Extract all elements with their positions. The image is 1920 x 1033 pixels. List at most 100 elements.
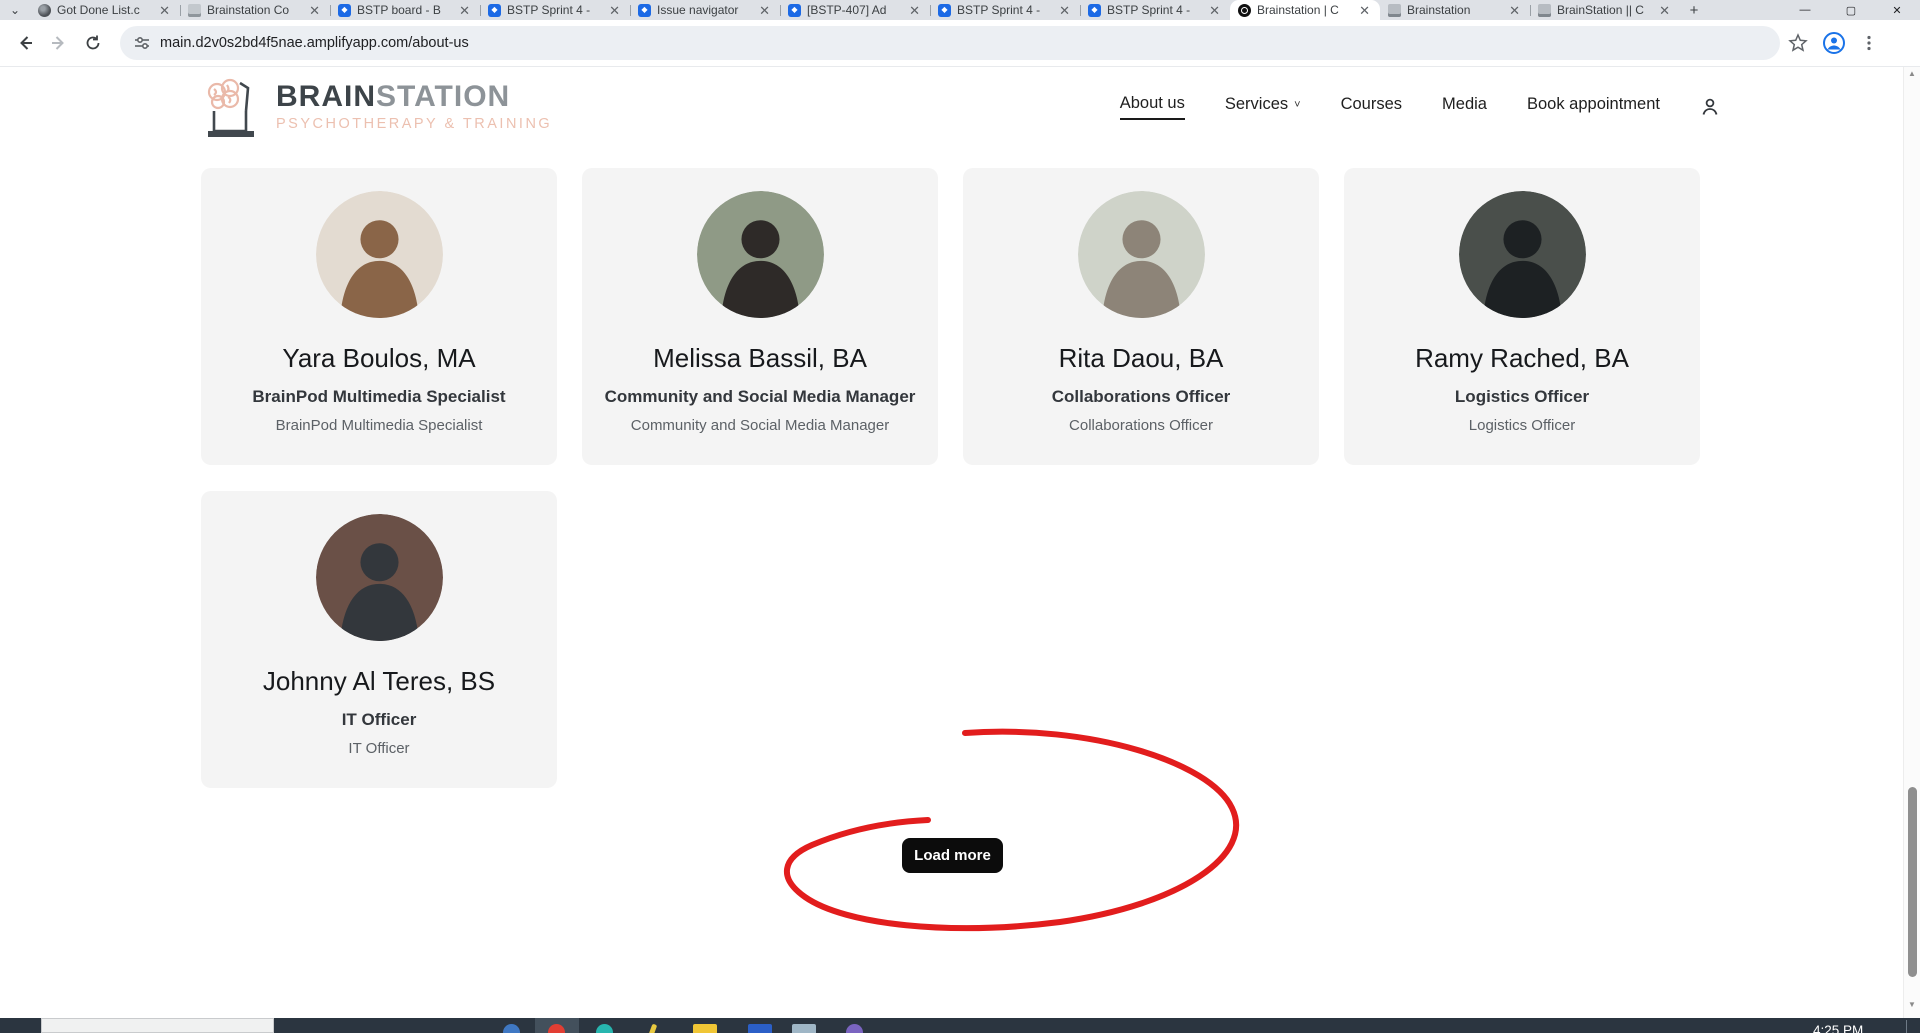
browser-tab[interactable]: BSTP Sprint 4 - ✕ <box>480 0 630 20</box>
scrollbar-up-arrow-icon[interactable]: ▲ <box>1904 69 1920 79</box>
brainstation-logo-icon <box>200 75 262 139</box>
member-photo <box>1078 191 1205 318</box>
member-title: Collaborations Officer <box>1052 387 1231 407</box>
taskbar-show-desktop-divider[interactable] <box>1906 1020 1907 1033</box>
member-title: Community and Social Media Manager <box>605 387 916 407</box>
browser-toolbar: main.d2v0s2bd4f5nae.amplifyapp.com/about… <box>0 20 1920 67</box>
taskbar-app-icon[interactable] <box>792 1024 816 1033</box>
tab-close-icon[interactable]: ✕ <box>457 4 472 17</box>
tab-close-icon[interactable]: ✕ <box>1057 4 1072 17</box>
browser-tab[interactable]: BrainStation || C ✕ <box>1530 0 1680 20</box>
nav-item-label: Media <box>1442 95 1487 114</box>
jira-favicon-icon <box>788 4 801 17</box>
team-member-card: Yara Boulos, MABrainPod Multimedia Speci… <box>201 168 557 465</box>
member-name: Johnny Al Teres, BS <box>263 666 495 697</box>
address-bar[interactable]: main.d2v0s2bd4f5nae.amplifyapp.com/about… <box>120 26 1780 60</box>
browser-tab[interactable]: Brainstation Co✕ <box>180 0 330 20</box>
brand-logo[interactable]: BRAINSTATION PSYCHOTHERAPY & TRAINING <box>200 75 552 139</box>
tab-title: BSTP Sprint 4 - <box>507 3 601 17</box>
profile-avatar-icon[interactable] <box>1822 31 1846 55</box>
nav-item-label: Services <box>1225 95 1288 114</box>
browser-menu-kebab-icon[interactable] <box>1860 34 1878 52</box>
browser-tab[interactable]: Issue navigator ✕ <box>630 0 780 20</box>
taskbar-search-box[interactable] <box>41 1018 274 1033</box>
tab-close-icon[interactable]: ✕ <box>307 4 322 17</box>
window-close-button[interactable]: ✕ <box>1874 0 1920 20</box>
member-title: BrainPod Multimedia Specialist <box>252 387 505 407</box>
browser-tab[interactable]: [BSTP-407] Ad✕ <box>780 0 930 20</box>
window-controls: — ▢ ✕ <box>1782 0 1920 20</box>
member-photo <box>316 514 443 641</box>
tab-title: Got Done List.c <box>57 3 151 17</box>
member-photo <box>697 191 824 318</box>
brand-text: BRAINSTATION PSYCHOTHERAPY & TRAINING <box>276 82 552 132</box>
browser-tab[interactable]: BSTP board - B✕ <box>330 0 480 20</box>
brand-name-bold: BRAIN <box>276 80 376 113</box>
browser-tab[interactable]: Brainstation | C✕ <box>1230 0 1380 20</box>
member-subtitle: BrainPod Multimedia Specialist <box>276 417 483 434</box>
account-person-icon[interactable] <box>1700 97 1720 117</box>
member-subtitle: Collaborations Officer <box>1069 417 1213 434</box>
tab-close-icon[interactable]: ✕ <box>1357 4 1372 17</box>
site-header: BRAINSTATION PSYCHOTHERAPY & TRAINING Ab… <box>0 67 1920 147</box>
load-more-button[interactable]: Load more <box>902 838 1003 873</box>
scrollbar-thumb[interactable] <box>1908 787 1917 977</box>
member-photo <box>1459 191 1586 318</box>
back-button[interactable] <box>8 26 42 60</box>
team-member-card: Rita Daou, BA Collaborations Officer Colla… <box>963 168 1319 465</box>
browser-tab[interactable]: BSTP Sprint 4 -✕ <box>930 0 1080 20</box>
url-text[interactable]: main.d2v0s2bd4f5nae.amplifyapp.com/about… <box>160 35 469 51</box>
window-maximize-button[interactable]: ▢ <box>1828 0 1874 20</box>
tab-close-icon[interactable]: ✕ <box>607 4 622 17</box>
team-member-card: Ramy Rached, BALogistics OfficerLogistic… <box>1344 168 1700 465</box>
taskbar-app-icon[interactable] <box>693 1024 717 1033</box>
taskbar-app-icon[interactable] <box>748 1024 772 1033</box>
tab-title: BrainStation || C <box>1557 3 1651 17</box>
member-photo <box>316 191 443 318</box>
page-favicon-icon <box>188 4 201 17</box>
scrollbar-down-arrow-icon[interactable]: ▼ <box>1904 1000 1920 1010</box>
tab-close-icon[interactable]: ✕ <box>1507 4 1522 17</box>
screen: ⌄ Got Done List.c✕Brainstation Co✕BSTP b… <box>0 0 1920 1033</box>
taskbar-app-icon[interactable] <box>846 1024 863 1033</box>
toolbar-right <box>1788 31 1878 55</box>
tab-close-icon[interactable]: ✕ <box>1207 4 1222 17</box>
nav-item-services[interactable]: Services ˅ <box>1225 95 1301 119</box>
brand-name-light: STATION <box>376 80 510 113</box>
forward-button[interactable] <box>42 26 76 60</box>
tab-close-icon[interactable]: ✕ <box>157 4 172 17</box>
nav-item-about-us[interactable]: About us <box>1120 94 1185 120</box>
taskbar-app-icon[interactable] <box>648 1024 657 1033</box>
amplify-favicon-icon <box>1388 4 1401 17</box>
member-subtitle: Logistics Officer <box>1469 417 1575 434</box>
page-scrollbar[interactable]: ▲ ▼ <box>1903 67 1920 1018</box>
site-settings-tune-icon[interactable] <box>134 35 150 51</box>
nav-item-book-appointment[interactable]: Book appointment <box>1527 95 1660 119</box>
browser-tab[interactable]: Brainstation✕ <box>1380 0 1530 20</box>
taskbar-app-icon[interactable] <box>596 1024 613 1033</box>
taskbar-app-icon[interactable] <box>503 1024 520 1033</box>
taskbar-clock[interactable]: 4:25 PM <box>1813 1023 1863 1033</box>
nav-item-media[interactable]: Media <box>1442 95 1487 119</box>
tab-close-icon[interactable]: ✕ <box>1657 4 1672 17</box>
chevron-down-icon: ˅ <box>1294 99 1300 111</box>
member-name: Rita Daou, BA <box>1059 343 1224 374</box>
window-minimize-button[interactable]: — <box>1782 0 1828 20</box>
reload-button[interactable] <box>76 26 110 60</box>
tab-close-icon[interactable]: ✕ <box>757 4 772 17</box>
new-tab-button[interactable]: + <box>1680 0 1708 20</box>
member-subtitle: Community and Social Media Manager <box>631 417 889 434</box>
browser-tab[interactable]: Got Done List.c ✕ <box>30 0 180 20</box>
nav-links: About us Services ˅ Courses Media Book appoin… <box>1120 94 1660 120</box>
bookmark-star-icon[interactable] <box>1788 33 1808 53</box>
team-member-card: Melissa Bassil, BACommunity and Social M… <box>582 168 938 465</box>
nav-item-courses[interactable]: Courses <box>1341 95 1402 119</box>
tab-strip-chevron-icon[interactable]: ⌄ <box>0 0 30 20</box>
jira-favicon-icon <box>1088 4 1101 17</box>
brainstation-favicon-icon <box>1238 4 1251 17</box>
team-member-card: Johnny Al Teres, BSIT OfficerIT Officer <box>201 491 557 788</box>
tab-title: Issue navigator <box>657 3 751 17</box>
jira-favicon-icon <box>638 4 651 17</box>
tab-close-icon[interactable]: ✕ <box>907 4 922 17</box>
browser-tab[interactable]: BSTP Sprint 4 -✕ <box>1080 0 1230 20</box>
